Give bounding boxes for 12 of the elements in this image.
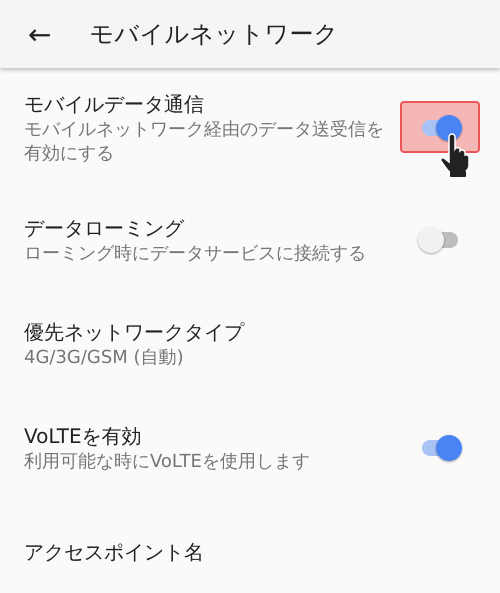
setting-summary: 利用可能な時にVoLTEを使用します <box>24 450 311 474</box>
setting-summary: 4G/3G/GSM (自動) <box>24 346 185 370</box>
setting-title[interactable]: データローミング <box>24 214 386 242</box>
setting-title[interactable]: 優先ネットワークタイプ <box>24 318 386 346</box>
setting-title[interactable]: VoLTEを有効 <box>24 422 386 450</box>
setting-title[interactable]: アクセスポイント名 <box>24 538 386 566</box>
setting-summary: モバイルネットワーク経由のデータ送受信を有効にする <box>24 118 385 166</box>
screen-title: モバイルネットワーク <box>89 19 338 50</box>
setting-summary: ローミング時にデータサービスに接続する <box>24 242 367 266</box>
back-button[interactable]: ← <box>22 18 58 50</box>
setting-title[interactable]: モバイルデータ通信 <box>24 90 386 118</box>
hand-pointer-icon <box>440 133 470 177</box>
